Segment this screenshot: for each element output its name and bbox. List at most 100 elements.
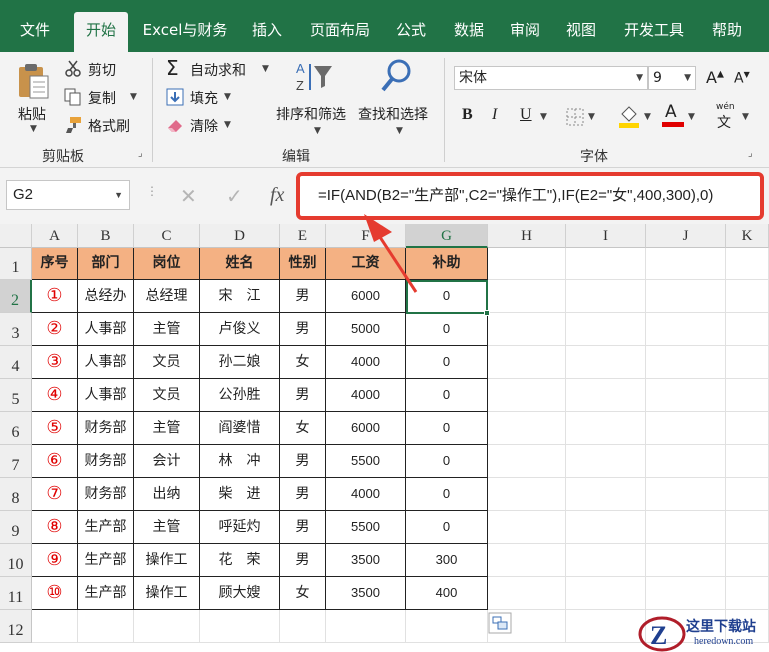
cell-c9[interactable]: 主管 (134, 511, 200, 544)
column-header-h[interactable]: H (488, 224, 566, 248)
cell-e10[interactable]: 男 (280, 544, 326, 577)
select-all-corner[interactable] (0, 224, 32, 248)
cell-g5[interactable]: 0 (406, 379, 488, 412)
cell-b4[interactable]: 人事部 (78, 346, 134, 379)
cell-c4[interactable]: 文员 (134, 346, 200, 379)
cell-k11[interactable] (726, 577, 769, 610)
cell-d6[interactable]: 阎婆惜 (200, 412, 280, 445)
cell-b6[interactable]: 财务部 (78, 412, 134, 445)
cell-h6[interactable] (488, 412, 566, 445)
cell-c3[interactable]: 主管 (134, 313, 200, 346)
cell-g9[interactable]: 0 (406, 511, 488, 544)
dialog-launcher-icon[interactable]: ⌟ (138, 148, 143, 159)
tab-developer[interactable]: 开发工具 (614, 12, 694, 52)
name-box[interactable]: G2 ▼ (6, 180, 130, 210)
cell-a6[interactable]: ⑤ (32, 412, 78, 445)
cell-j9[interactable] (646, 511, 726, 544)
tab-review[interactable]: 审阅 (500, 12, 550, 52)
cell-i4[interactable] (566, 346, 646, 379)
fill-button[interactable]: 填充 ▼ (166, 86, 246, 108)
cell-i12[interactable] (566, 610, 646, 643)
cell-i9[interactable] (566, 511, 646, 544)
cell-f7[interactable]: 5500 (326, 445, 406, 478)
cell-f8[interactable]: 4000 (326, 478, 406, 511)
row-header-9[interactable]: 9 (0, 511, 32, 544)
table-header-cell[interactable]: 姓名 (200, 248, 280, 280)
cell-d4[interactable]: 孙二娘 (200, 346, 280, 379)
cell-e2[interactable]: 男 (280, 280, 326, 313)
cell-c10[interactable]: 操作工 (134, 544, 200, 577)
cell-k5[interactable] (726, 379, 769, 412)
cell-e5[interactable]: 男 (280, 379, 326, 412)
cell-k2[interactable] (726, 280, 769, 313)
dialog-launcher-icon[interactable]: ⌟ (748, 148, 753, 159)
table-header-cell[interactable]: 岗位 (134, 248, 200, 280)
cell-j5[interactable] (646, 379, 726, 412)
cell-c5[interactable]: 文员 (134, 379, 200, 412)
enter-icon[interactable]: ✓ (226, 184, 243, 209)
table-header-cell[interactable]: 部门 (78, 248, 134, 280)
cell-i3[interactable] (566, 313, 646, 346)
tab-help[interactable]: 帮助 (702, 12, 752, 52)
cell-b2[interactable]: 总经办 (78, 280, 134, 313)
cell-f12[interactable] (326, 610, 406, 643)
column-header-j[interactable]: J (646, 224, 726, 248)
cell-a4[interactable]: ③ (32, 346, 78, 379)
cell-d9[interactable]: 呼延灼 (200, 511, 280, 544)
row-header-1[interactable]: 1 (0, 248, 32, 280)
cell-i2[interactable] (566, 280, 646, 313)
cell-d7[interactable]: 林 冲 (200, 445, 280, 478)
borders-icon[interactable] (566, 108, 584, 126)
table-header-cell[interactable]: 序号 (32, 248, 78, 280)
row-header-4[interactable]: 4 (0, 346, 32, 379)
tab-formulas[interactable]: 公式 (386, 12, 436, 52)
cell-j8[interactable] (646, 478, 726, 511)
cell-k3[interactable] (726, 313, 769, 346)
cell-a9[interactable]: ⑧ (32, 511, 78, 544)
cell-k4[interactable] (726, 346, 769, 379)
fill-color-icon[interactable] (618, 104, 640, 128)
cell-e11[interactable]: 女 (280, 577, 326, 610)
bold-button[interactable]: B (462, 106, 473, 124)
tab-file[interactable]: 文件 (6, 12, 64, 52)
cell-j4[interactable] (646, 346, 726, 379)
cell-f11[interactable]: 3500 (326, 577, 406, 610)
italic-button[interactable]: I (492, 106, 497, 124)
cell-c6[interactable]: 主管 (134, 412, 200, 445)
cell-i6[interactable] (566, 412, 646, 445)
cell-h9[interactable] (488, 511, 566, 544)
cell-c8[interactable]: 出纳 (134, 478, 200, 511)
cell-b12[interactable] (78, 610, 134, 643)
cell-a7[interactable]: ⑥ (32, 445, 78, 478)
cell-g3[interactable]: 0 (406, 313, 488, 346)
cell-c12[interactable] (134, 610, 200, 643)
column-header-c[interactable]: C (134, 224, 200, 248)
table-header-cell[interactable]: 性别 (280, 248, 326, 280)
cell-g8[interactable]: 0 (406, 478, 488, 511)
cell-i10[interactable] (566, 544, 646, 577)
font-color-icon[interactable]: A (662, 102, 684, 128)
underline-button[interactable]: U (520, 106, 532, 124)
cell-h8[interactable] (488, 478, 566, 511)
cell-i7[interactable] (566, 445, 646, 478)
cell-d3[interactable]: 卢俊义 (200, 313, 280, 346)
row-header-12[interactable]: 12 (0, 610, 32, 643)
cell-g4[interactable]: 0 (406, 346, 488, 379)
fill-handle[interactable] (484, 310, 490, 316)
cell-e3[interactable]: 男 (280, 313, 326, 346)
cell-a8[interactable]: ⑦ (32, 478, 78, 511)
cut-button[interactable]: 剪切 (64, 58, 144, 80)
cell-b9[interactable]: 生产部 (78, 511, 134, 544)
cell-a2[interactable]: ① (32, 280, 78, 313)
cell-i8[interactable] (566, 478, 646, 511)
column-header-e[interactable]: E (280, 224, 326, 248)
cell-h1[interactable] (488, 248, 566, 280)
cell-b7[interactable]: 财务部 (78, 445, 134, 478)
cell-i1[interactable] (566, 248, 646, 280)
row-header-11[interactable]: 11 (0, 577, 32, 610)
column-header-b[interactable]: B (78, 224, 134, 248)
cell-j1[interactable] (646, 248, 726, 280)
cell-f10[interactable]: 3500 (326, 544, 406, 577)
cell-b10[interactable]: 生产部 (78, 544, 134, 577)
autosum-button[interactable]: Σ 自动求和 ▼ (166, 56, 276, 80)
